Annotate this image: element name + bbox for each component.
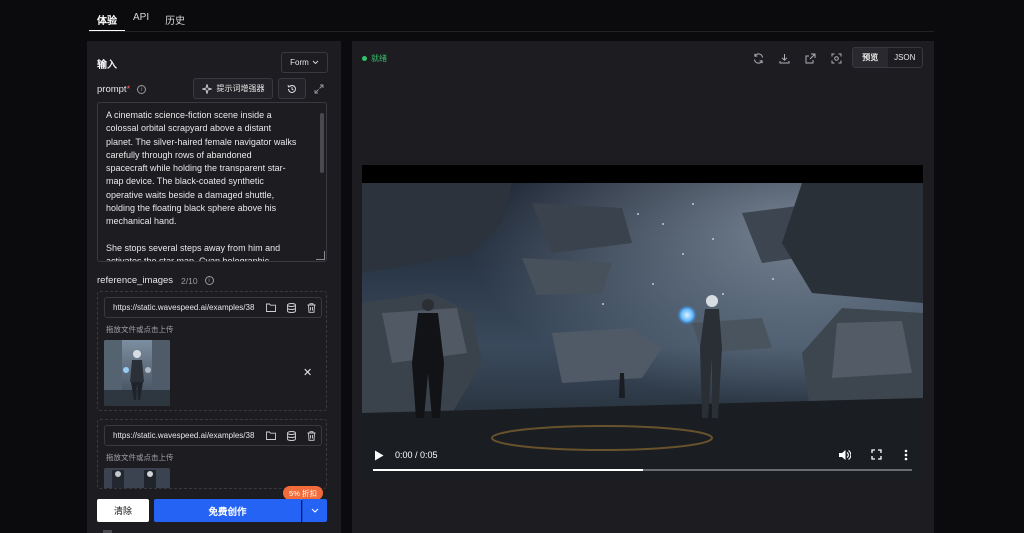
prompt-enhancer-label: 提示词增强器: [216, 84, 265, 93]
clear-button[interactable]: 清除: [97, 499, 149, 522]
open-external-icon[interactable]: [803, 51, 817, 65]
required-mark: *: [126, 84, 131, 95]
video-controls: 0:00 / 0:05: [362, 441, 923, 481]
reference-images-count: 2/10: [181, 275, 198, 286]
database-icon[interactable]: [281, 426, 301, 446]
chevron-down-icon: [311, 508, 319, 513]
trash-icon[interactable]: [301, 426, 321, 446]
status-dot: [362, 56, 367, 61]
history-icon: [287, 84, 296, 93]
prompt-history-button[interactable]: [278, 78, 306, 99]
prompt-text: A cinematic science-fiction scene inside…: [106, 110, 297, 262]
input-panel-title: 输入: [97, 60, 117, 71]
view-toggle: 预览 JSON: [852, 47, 923, 68]
folder-icon[interactable]: [261, 426, 281, 446]
folder-icon[interactable]: [261, 298, 281, 318]
expand-prompt-button[interactable]: [313, 83, 325, 95]
fullscreen-icon[interactable]: [871, 449, 882, 460]
sparkle-icon: [201, 83, 212, 94]
prompt-textarea[interactable]: A cinematic science-fiction scene inside…: [97, 102, 327, 262]
resize-handle[interactable]: [316, 251, 325, 260]
status-indicator: 就绪: [362, 53, 387, 64]
image-url-field[interactable]: https://static.wavespeed.ai/examples/38: [104, 297, 322, 318]
status-text: 就绪: [371, 54, 387, 63]
prompt-label: prompt* i: [97, 84, 147, 95]
video-progress-bar[interactable]: [373, 469, 912, 471]
info-icon[interactable]: i: [137, 85, 147, 94]
download-icon[interactable]: [777, 51, 791, 65]
tab-api[interactable]: API: [125, 0, 157, 32]
tab-history[interactable]: 历史: [157, 0, 193, 32]
image-url-field[interactable]: https://static.wavespeed.ai/examples/38: [104, 425, 322, 446]
output-panel: 就绪 预览 JSON 0:00 / 0:05: [352, 41, 934, 533]
reference-images-label: reference_images 2/10 i: [97, 275, 214, 286]
prompt-label-text: prompt: [97, 84, 127, 95]
drop-hint[interactable]: 拖放文件或点击上传: [106, 452, 174, 463]
database-icon[interactable]: [281, 298, 301, 318]
drop-hint[interactable]: 拖放文件或点击上传: [106, 324, 174, 335]
create-options-button[interactable]: [302, 499, 327, 522]
create-button[interactable]: 免费创作: [154, 499, 301, 522]
image-url-text: https://static.wavespeed.ai/examples/38: [113, 431, 255, 440]
play-icon[interactable]: [374, 450, 384, 461]
video-frame: [362, 183, 923, 481]
discount-badge: 5% 折扣: [283, 486, 323, 500]
tab-experience[interactable]: 体验: [89, 0, 125, 32]
video-player[interactable]: 0:00 / 0:05: [362, 165, 923, 481]
more-options-icon[interactable]: [904, 449, 908, 461]
mode-select[interactable]: Form: [281, 52, 328, 73]
trash-icon[interactable]: [301, 298, 321, 318]
screenshot-icon[interactable]: [829, 51, 843, 65]
preview-view-button[interactable]: 预览: [853, 48, 888, 67]
reference-image-card[interactable]: https://static.wavespeed.ai/examples/38 …: [97, 419, 327, 489]
image-url-text: https://static.wavespeed.ai/examples/38: [113, 303, 255, 312]
reference-image-card[interactable]: https://static.wavespeed.ai/examples/38 …: [97, 291, 327, 411]
top-tabs: 体验 API 历史: [89, 0, 193, 32]
input-panel: 输入 Form prompt* i 提示词增强器 A cinematic sci…: [87, 41, 341, 533]
reference-images-label-text: reference_images: [97, 275, 174, 286]
prompt-enhancer-button[interactable]: 提示词增强器: [193, 78, 273, 99]
expand-icon: [314, 84, 324, 94]
info-icon[interactable]: i: [204, 276, 214, 285]
json-view-button[interactable]: JSON: [888, 48, 923, 67]
mode-select-value: Form: [290, 58, 309, 67]
tabs-divider: [89, 31, 934, 32]
video-time: 0:00 / 0:05: [395, 450, 438, 460]
prompt-scrollbar[interactable]: [320, 113, 324, 173]
reference-image-thumbnail: [104, 468, 170, 488]
remove-image-icon[interactable]: ✕: [303, 366, 312, 379]
video-progress-fill: [373, 469, 643, 471]
reference-image-thumbnail: [104, 340, 170, 406]
refresh-icon[interactable]: [751, 51, 765, 65]
volume-icon[interactable]: [838, 449, 851, 461]
chevron-down-icon: [312, 60, 319, 65]
